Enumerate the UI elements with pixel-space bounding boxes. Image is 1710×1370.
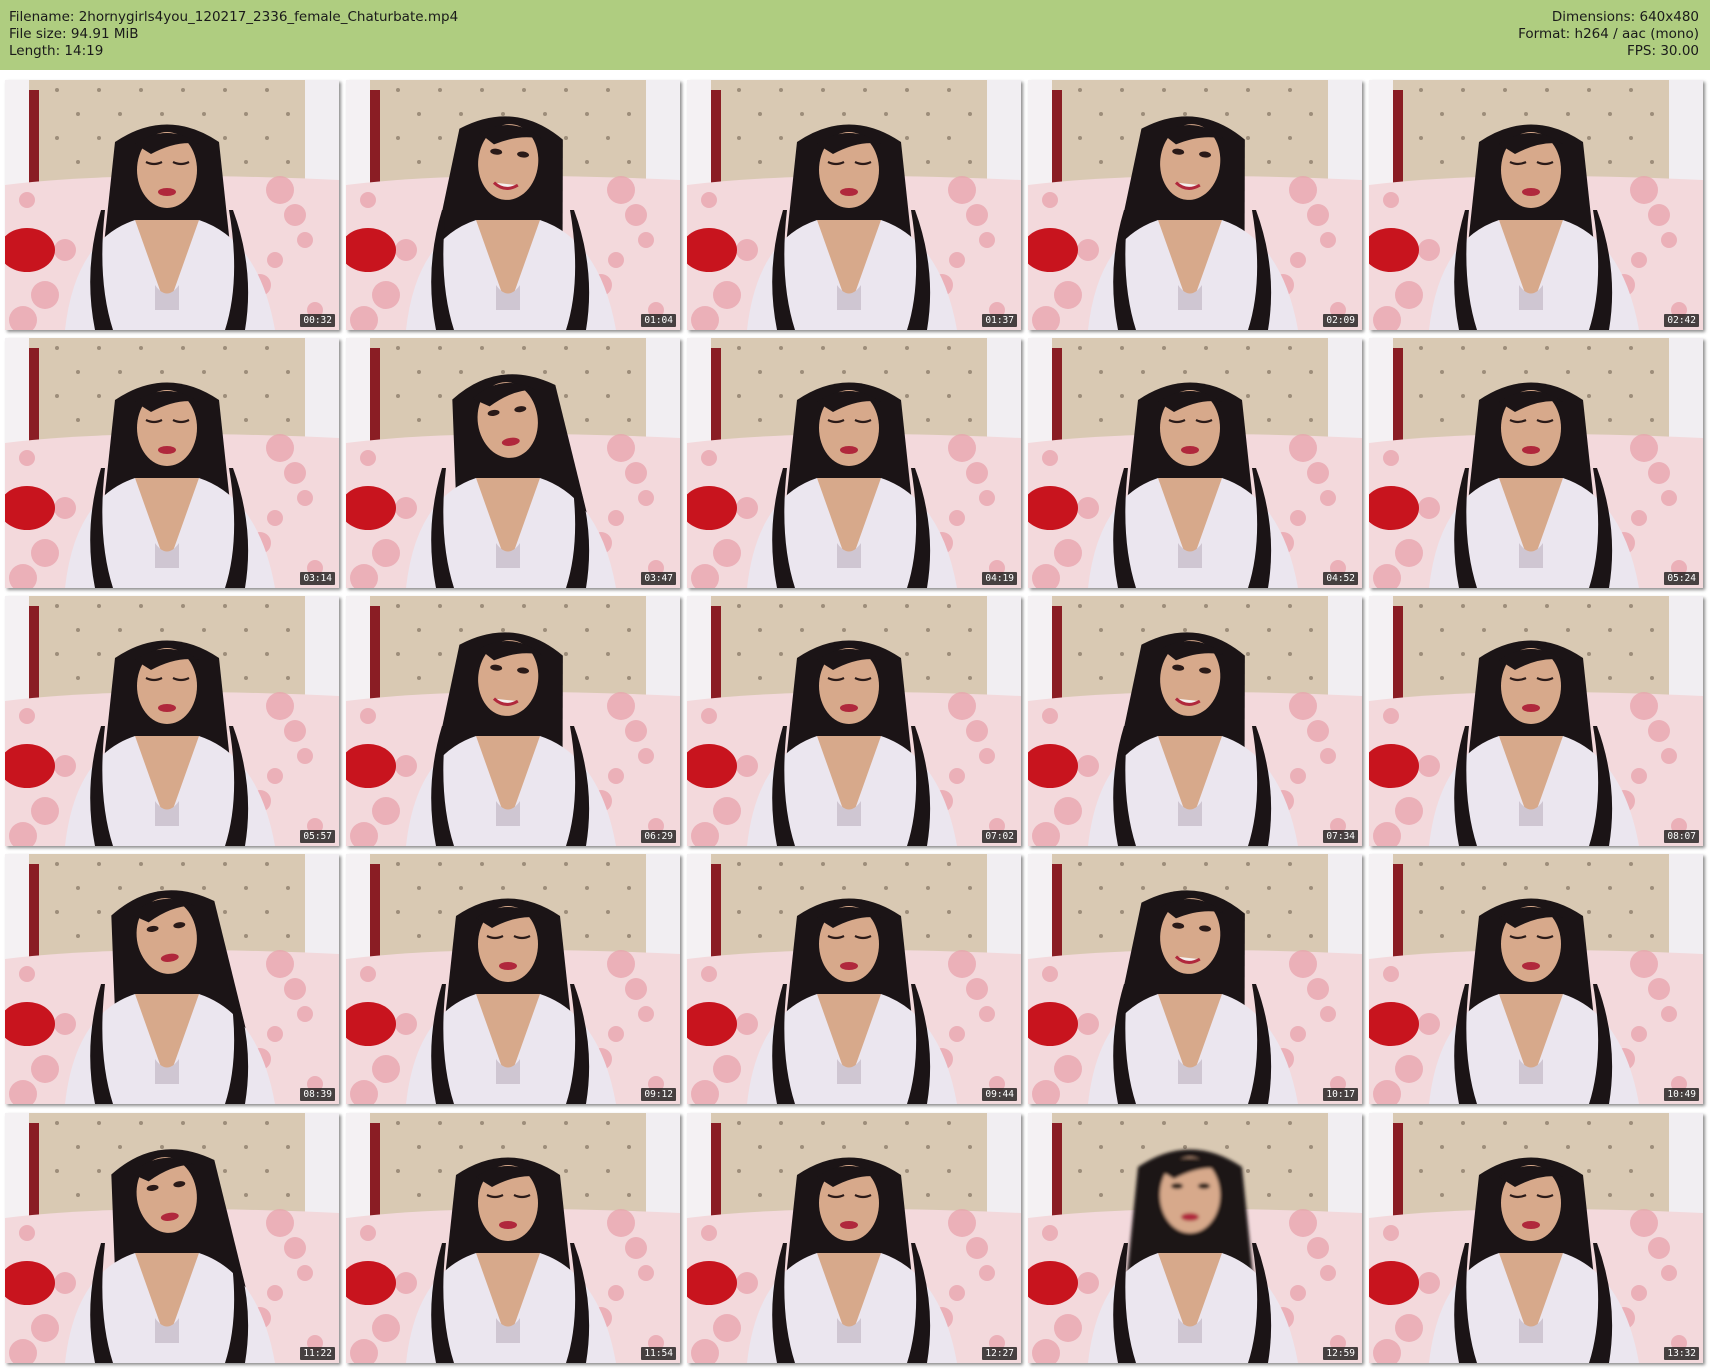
frame-thumbnail: 08:39	[5, 854, 339, 1104]
frame-timestamp: 09:44	[982, 1088, 1017, 1101]
frame-thumbnail: 06:29	[346, 596, 680, 846]
frame-thumbnail: 05:24	[1369, 338, 1703, 588]
frame-image	[5, 854, 339, 1104]
frame-thumbnail: 05:57	[5, 596, 339, 846]
frame-image	[5, 1113, 339, 1363]
frame-image	[687, 596, 1021, 846]
frame-image	[687, 80, 1021, 330]
frame-thumbnail: 01:04	[346, 80, 680, 330]
frame-image	[346, 854, 680, 1104]
frame-thumbnail: 00:32	[5, 80, 339, 330]
frame-timestamp: 08:07	[1664, 830, 1699, 843]
frame-timestamp: 01:37	[982, 314, 1017, 327]
frame-thumbnail: 12:59	[1028, 1113, 1362, 1363]
frame-timestamp: 00:32	[300, 314, 335, 327]
frame-thumbnail: 12:27	[687, 1113, 1021, 1363]
frame-timestamp: 05:57	[300, 830, 335, 843]
frame-image	[1028, 1113, 1362, 1363]
frame-timestamp: 07:34	[1323, 830, 1358, 843]
frame-timestamp: 02:42	[1664, 314, 1699, 327]
frame-timestamp: 09:12	[641, 1088, 676, 1101]
frame-thumbnail: 03:47	[346, 338, 680, 588]
frame-timestamp: 07:02	[982, 830, 1017, 843]
frame-timestamp: 03:14	[300, 572, 335, 585]
frame-thumbnail: 01:37	[687, 80, 1021, 330]
format-text: Format: h264 / aac (mono)	[1518, 26, 1699, 42]
filename-text: Filename: 2hornygirls4you_120217_2336_fe…	[9, 9, 459, 25]
frame-timestamp: 02:09	[1323, 314, 1358, 327]
frame-image	[1369, 338, 1703, 588]
frame-thumbnail: 11:54	[346, 1113, 680, 1363]
frame-image	[687, 338, 1021, 588]
frame-timestamp: 11:54	[641, 1347, 676, 1360]
frame-thumbnail: 02:42	[1369, 80, 1703, 330]
frame-thumbnail: 09:44	[687, 854, 1021, 1104]
frame-timestamp: 13:32	[1664, 1347, 1699, 1360]
frame-timestamp: 11:22	[300, 1347, 335, 1360]
thumbnail-grid: 00:32 01:04 01:37 02:09 02:42 03:14 03:47 04:19…	[5, 80, 1705, 1365]
frame-image	[1369, 1113, 1703, 1363]
frame-image	[1028, 80, 1362, 330]
fps-text: FPS: 30.00	[1627, 43, 1699, 59]
filesize-text: File size: 94.91 MiB	[9, 26, 139, 42]
frame-timestamp: 04:52	[1323, 572, 1358, 585]
frame-timestamp: 03:47	[641, 572, 676, 585]
frame-timestamp: 06:29	[641, 830, 676, 843]
frame-thumbnail: 13:32	[1369, 1113, 1703, 1363]
frame-image	[5, 80, 339, 330]
info-header: Filename: 2hornygirls4you_120217_2336_fe…	[0, 0, 1710, 70]
frame-thumbnail: 07:02	[687, 596, 1021, 846]
frame-timestamp: 04:19	[982, 572, 1017, 585]
frame-image	[1369, 80, 1703, 330]
frame-image	[5, 338, 339, 588]
frame-timestamp: 01:04	[641, 314, 676, 327]
video-info: Dimensions: 640x480 Format: h264 / aac (…	[1518, 9, 1699, 60]
frame-image	[346, 338, 680, 588]
frame-image	[346, 596, 680, 846]
dimensions-text: Dimensions: 640x480	[1551, 9, 1699, 25]
frame-timestamp: 12:59	[1323, 1347, 1358, 1360]
frame-thumbnail: 04:52	[1028, 338, 1362, 588]
file-info: Filename: 2hornygirls4you_120217_2336_fe…	[9, 9, 458, 60]
frame-image	[346, 80, 680, 330]
frame-timestamp: 08:39	[300, 1088, 335, 1101]
frame-thumbnail: 11:22	[5, 1113, 339, 1363]
frame-image	[1369, 596, 1703, 846]
frame-thumbnail: 03:14	[5, 338, 339, 588]
frame-thumbnail: 02:09	[1028, 80, 1362, 330]
frame-thumbnail: 08:07	[1369, 596, 1703, 846]
frame-image	[1028, 854, 1362, 1104]
length-text: Length: 14:19	[9, 43, 104, 59]
frame-image	[1369, 854, 1703, 1104]
frame-thumbnail: 04:19	[687, 338, 1021, 588]
frame-image	[687, 1113, 1021, 1363]
frame-image	[1028, 596, 1362, 846]
frame-image	[1028, 338, 1362, 588]
frame-thumbnail: 07:34	[1028, 596, 1362, 846]
frame-thumbnail: 10:49	[1369, 854, 1703, 1104]
frame-thumbnail: 10:17	[1028, 854, 1362, 1104]
frame-timestamp: 05:24	[1664, 572, 1699, 585]
frame-thumbnail: 09:12	[346, 854, 680, 1104]
frame-image	[687, 854, 1021, 1104]
frame-timestamp: 10:49	[1664, 1088, 1699, 1101]
frame-image	[346, 1113, 680, 1363]
frame-image	[5, 596, 339, 846]
frame-timestamp: 12:27	[982, 1347, 1017, 1360]
frame-timestamp: 10:17	[1323, 1088, 1358, 1101]
